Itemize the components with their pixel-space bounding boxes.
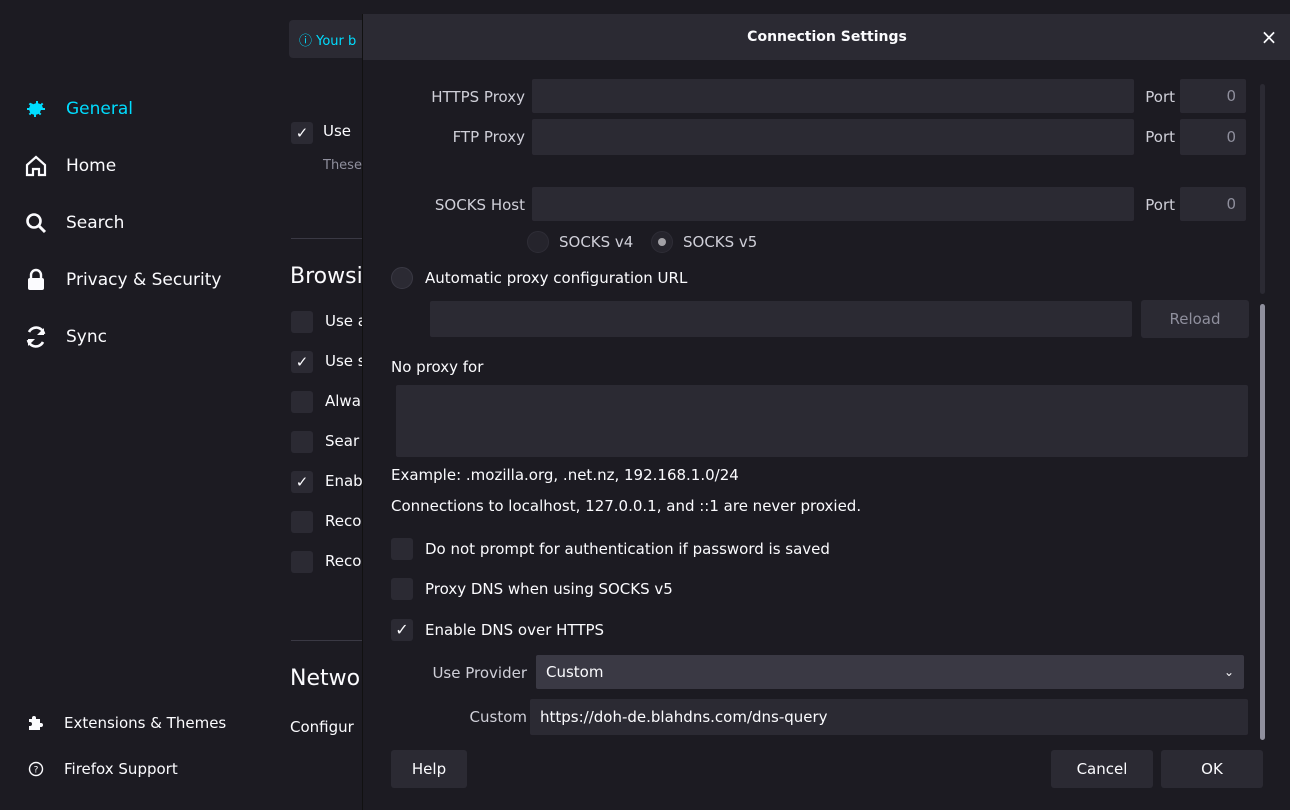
lock-icon [28, 268, 44, 290]
sidebar-item-privacy[interactable]: Privacy & Security [24, 268, 221, 292]
sidebar-item-label: Search [66, 213, 125, 233]
sidebar-item-label: Privacy & Security [66, 270, 222, 290]
sidebar-item-label: Extensions & Themes [64, 714, 227, 732]
ftp-proxy-input[interactable] [531, 118, 1135, 156]
bg-option-label: Enab [325, 472, 363, 490]
dialog-title: Connection Settings [747, 29, 907, 45]
bg-description: These [323, 158, 362, 173]
sidebar-item-extensions[interactable]: Extensions & Themes [28, 714, 226, 732]
sidebar-item-home[interactable]: Home [24, 154, 116, 178]
https-proxy-input[interactable] [531, 78, 1135, 114]
bg-option-label: Reco [325, 552, 362, 570]
https-proxy-label: HTTPS Proxy [431, 88, 525, 106]
localhost-note: Connections to localhost, 127.0.0.1, and… [391, 497, 862, 515]
sidebar-item-label: Sync [66, 327, 107, 347]
socks-port-input[interactable]: 0 [1179, 186, 1247, 222]
socks-v5-label: SOCKS v5 [683, 233, 758, 251]
bg-checkbox[interactable]: ✓ [291, 122, 313, 144]
provider-select[interactable]: Custom ⌄ [535, 654, 1245, 690]
use-provider-label: Use Provider [432, 664, 527, 682]
socks-host-input[interactable] [531, 186, 1135, 222]
sidebar-item-label: Home [66, 156, 117, 176]
bg-option-label: Reco [325, 512, 362, 530]
bg-checkbox[interactable] [291, 511, 313, 533]
bg-checkbox[interactable]: ✓ [291, 471, 313, 493]
bg-option-label: Use a [325, 312, 367, 330]
puzzle-icon [29, 716, 43, 730]
https-port-input[interactable]: 0 [1179, 78, 1247, 114]
help-button[interactable]: Help [391, 750, 467, 788]
gear-icon [27, 101, 45, 117]
auto-proxy-label: Automatic proxy configuration URL [425, 269, 688, 287]
scrollbar-track [1260, 84, 1265, 294]
ok-button[interactable]: OK [1161, 750, 1263, 788]
socks-v5-radio[interactable] [651, 231, 673, 253]
socks-v4-radio[interactable] [527, 231, 549, 253]
auto-proxy-url-input[interactable] [429, 300, 1133, 338]
sidebar-item-general[interactable]: General [24, 97, 133, 121]
svg-text:?: ? [34, 766, 39, 776]
bg-option-label: Use [323, 122, 352, 140]
custom-label: Custom [469, 708, 527, 726]
enable-doh-checkbox[interactable]: ✓ [391, 619, 413, 641]
section-heading-network: Netwo [290, 666, 361, 691]
section-heading-browsing: Browsi [290, 264, 363, 289]
auto-proxy-radio[interactable] [391, 267, 413, 289]
custom-doh-url-input[interactable]: https://doh-de.blahdns.com/dns-query [529, 698, 1249, 736]
search-icon [26, 213, 47, 234]
bg-checkbox[interactable] [291, 311, 313, 333]
help-icon: ? [28, 761, 44, 777]
enable-doh-label: Enable DNS over HTTPS [425, 621, 605, 639]
close-icon[interactable]: × [1256, 24, 1282, 50]
https-port-label: Port [1145, 88, 1175, 106]
bg-option-label: Sear [325, 432, 360, 450]
bg-checkbox[interactable] [291, 391, 313, 413]
socks-port-label: Port [1145, 196, 1175, 214]
sidebar-item-label: Firefox Support [64, 760, 178, 778]
chevron-down-icon: ⌄ [1223, 665, 1234, 679]
reload-button[interactable]: Reload [1141, 300, 1249, 338]
cancel-button[interactable]: Cancel [1051, 750, 1153, 788]
socks-v4-label: SOCKS v4 [559, 233, 634, 251]
sidebar-item-label: General [66, 99, 133, 119]
ftp-port-input[interactable]: 0 [1179, 118, 1247, 156]
proxy-dns-label: Proxy DNS when using SOCKS v5 [425, 580, 673, 598]
bg-checkbox[interactable]: ✓ [291, 351, 313, 373]
bg-option-label: Use s [325, 352, 366, 370]
sync-icon [26, 326, 46, 348]
ftp-proxy-label: FTP Proxy [452, 128, 525, 146]
bg-checkbox[interactable] [291, 431, 313, 453]
no-prompt-auth-label: Do not prompt for authentication if pass… [425, 540, 830, 558]
no-proxy-textarea[interactable] [395, 384, 1249, 458]
ftp-port-label: Port [1145, 128, 1175, 146]
bg-checkbox[interactable] [291, 551, 313, 573]
provider-selected-value: Custom [546, 663, 604, 681]
socks-host-label: SOCKS Host [434, 196, 525, 214]
dialog-titlebar: Connection Settings [363, 14, 1290, 60]
scrollbar-thumb[interactable] [1260, 304, 1265, 740]
no-proxy-label: No proxy for [391, 358, 484, 376]
no-proxy-example: Example: .mozilla.org, .net.nz, 192.168.… [391, 466, 739, 484]
no-prompt-auth-checkbox[interactable] [391, 538, 413, 560]
sidebar-item-support[interactable]: ? Firefox Support [28, 760, 178, 778]
sidebar-item-search[interactable]: Search [24, 211, 124, 235]
home-icon [25, 155, 47, 177]
proxy-dns-checkbox[interactable] [391, 578, 413, 600]
connection-settings-dialog: Connection Settings × HTTPS Proxy Port 0… [362, 14, 1290, 810]
sidebar-item-sync[interactable]: Sync [24, 325, 107, 349]
bg-option-label: Alwa [325, 392, 361, 410]
network-description: Configur [290, 718, 354, 736]
